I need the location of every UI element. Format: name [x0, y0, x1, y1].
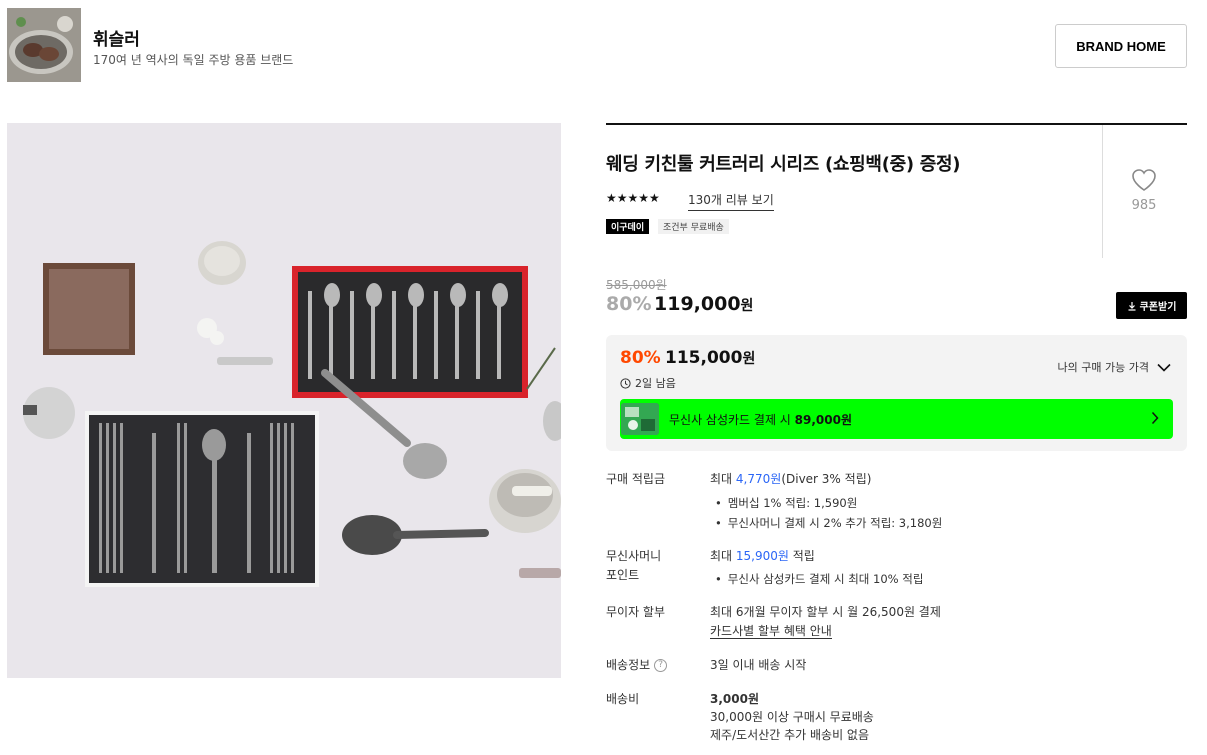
shipping-info-text: 3일 이내 배송 시작	[710, 658, 807, 672]
card-promo-banner[interactable]: 무신사 삼성카드 결제 시 89,000원	[620, 399, 1173, 439]
review-link[interactable]: 130개 리뷰 보기	[688, 191, 774, 211]
brand-thumbnail[interactable]	[7, 8, 81, 82]
sale-price-won: 원	[740, 298, 754, 314]
points-prefix: 최대	[710, 472, 736, 486]
chevron-down-icon	[1157, 363, 1171, 372]
coupon-button[interactable]: 쿠폰받기	[1116, 292, 1187, 319]
vertical-divider	[1102, 125, 1103, 258]
shipping-fee-label: 배송비	[606, 692, 640, 706]
time-left: 2일 남음	[620, 375, 676, 391]
clock-icon	[620, 377, 631, 389]
original-price: 585,000원	[606, 278, 667, 292]
discount-percent: 80%	[606, 293, 652, 315]
brand-description: 170여 년 역사의 독일 주방 용품 브랜드	[93, 53, 294, 67]
sale-price: 119,000원	[654, 293, 753, 315]
my-price-value: 115,000원	[665, 348, 755, 368]
coupon-button-label: 쿠폰받기	[1139, 302, 1177, 313]
card-promo-text: 무신사 삼성카드 결제 시 89,000원	[669, 411, 852, 428]
heart-icon	[1132, 169, 1156, 191]
chevron-right-icon	[1151, 411, 1159, 425]
money-suffix: 적립	[788, 549, 815, 563]
time-left-text: 2일 남음	[635, 377, 676, 390]
rating-stars: ★★★★★	[606, 191, 660, 205]
points-bullet-1: 멤버십 1% 적립: 1,590원	[715, 495, 858, 511]
my-price-toggle[interactable]: 나의 구매 가능 가격	[1058, 359, 1171, 375]
installment-link[interactable]: 카드사별 할부 혜택 안내	[710, 624, 832, 639]
sale-price-value: 119,000	[654, 293, 741, 315]
my-price-box: 80% 115,000원 2일 남음 나의 구매 가능 가격 무신사 삼성카드 …	[606, 335, 1187, 451]
money-bullet-1: 무신사 삼성카드 결제 시 최대 10% 적립	[715, 571, 924, 587]
download-icon	[1128, 301, 1136, 311]
shipping-info-label-wrap: 배송정보?	[606, 656, 668, 675]
question-icon[interactable]: ?	[654, 659, 668, 672]
money-label-1: 무신사머니	[606, 549, 662, 563]
card-promo-price: 89,000원	[794, 412, 853, 427]
top-divider	[606, 123, 1187, 125]
points-label: 구매 적립금	[606, 472, 666, 486]
like-button[interactable]: 985	[1122, 168, 1166, 213]
money-label-2: 포인트	[606, 568, 640, 582]
card-image	[621, 403, 659, 435]
points-suffix: (Diver 3% 적립)	[781, 472, 872, 486]
event-tag: 이구데이	[606, 219, 650, 234]
brand-name[interactable]: 휘슬러	[93, 25, 140, 50]
my-price-amount: 115,000	[665, 348, 743, 368]
my-price-percent: 80%	[620, 348, 661, 368]
money-prefix: 최대	[710, 549, 736, 563]
installment-text: 최대 6개월 무이자 할부 시 월 26,500원 결제	[710, 605, 941, 619]
shipping-fee-amount: 3,000원	[710, 692, 759, 706]
shipping-fee-island-note: 제주/도서산간 추가 배송비 없음	[710, 728, 870, 742]
points-value: 최대 4,770원(Diver 3% 적립)	[710, 470, 871, 489]
shipping-fee-free-condition: 30,000원 이상 구매시 무료배송	[710, 710, 874, 724]
product-title: 웨딩 키친툴 커트러리 시리즈 (쇼핑백(중) 증정)	[606, 154, 961, 175]
brand-home-button[interactable]: BRAND HOME	[1055, 24, 1187, 68]
points-amount: 4,770원	[735, 472, 782, 486]
card-promo-prefix: 무신사 삼성카드 결제 시	[669, 412, 795, 427]
points-bullet-2: 무신사머니 결제 시 2% 추가 적립: 3,180원	[715, 515, 943, 531]
shipping-tag: 조건부 무료배송	[658, 219, 729, 234]
like-count: 985	[1131, 198, 1157, 213]
money-value: 최대 15,900원 적립	[710, 547, 815, 566]
shipping-info-label: 배송정보	[606, 658, 651, 672]
installment-link-wrap: 카드사별 할부 혜택 안내	[710, 622, 832, 641]
my-price-won: 원	[742, 351, 756, 367]
money-amount: 15,900원	[735, 549, 789, 563]
product-image[interactable]	[7, 123, 561, 678]
installment-label: 무이자 할부	[606, 605, 666, 619]
my-price-toggle-label: 나의 구매 가능 가격	[1057, 361, 1149, 374]
